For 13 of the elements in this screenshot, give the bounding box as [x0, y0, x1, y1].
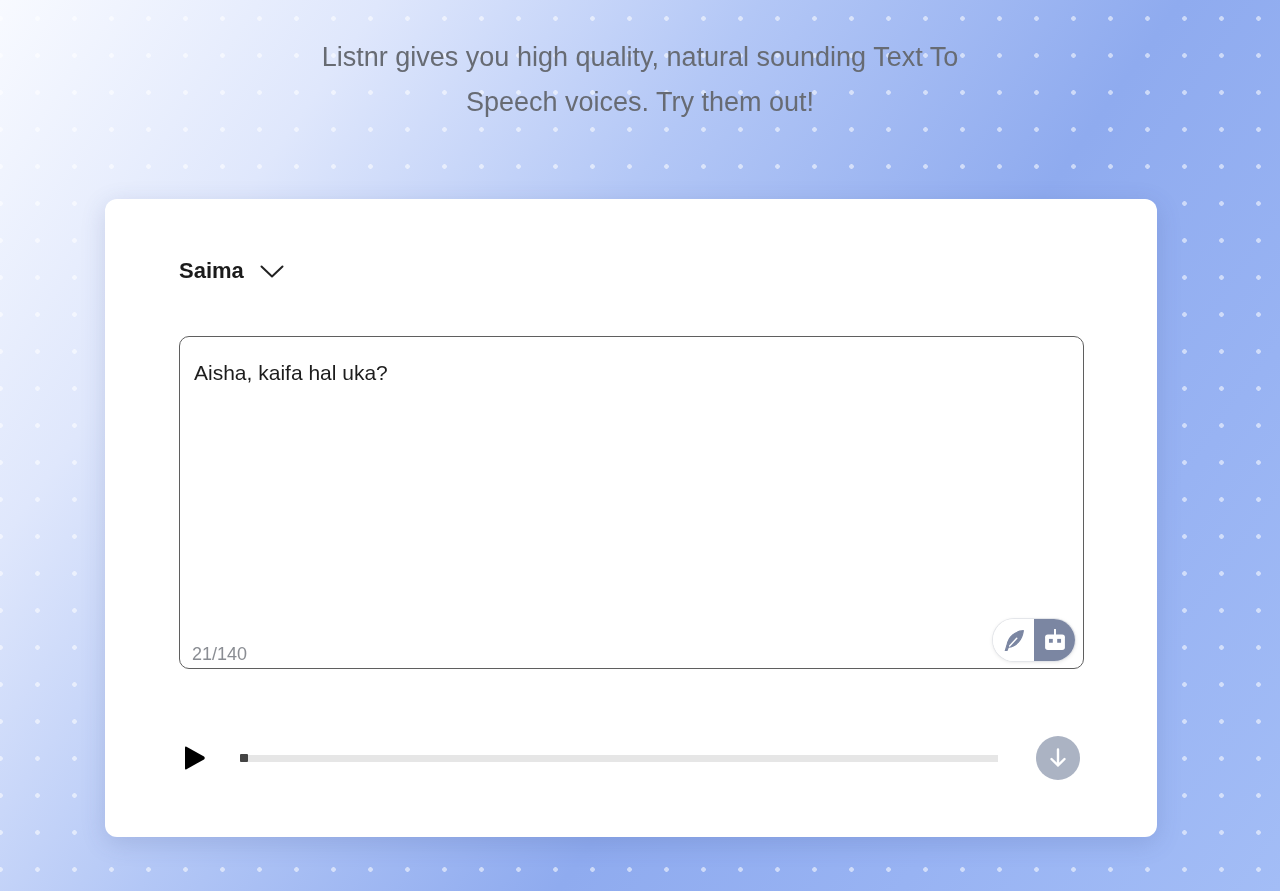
intro-text: Listnr gives you high quality, natural sounding Text To Speech voices. Try them out! — [320, 41, 960, 119]
character-counter: 21/140 — [192, 643, 248, 666]
robot-mode-button[interactable] — [1034, 619, 1075, 661]
progress-track[interactable] — [240, 754, 998, 762]
progress-thumb[interactable] — [240, 754, 248, 762]
feather-icon — [1002, 629, 1025, 651]
download-icon — [1049, 748, 1067, 768]
voice-dropdown[interactable]: Saima — [179, 256, 284, 286]
chevron-down-icon — [259, 264, 284, 278]
feather-mode-button[interactable] — [993, 619, 1034, 661]
play-button[interactable] — [182, 745, 206, 771]
robot-icon — [1043, 629, 1066, 651]
play-icon — [182, 745, 206, 771]
